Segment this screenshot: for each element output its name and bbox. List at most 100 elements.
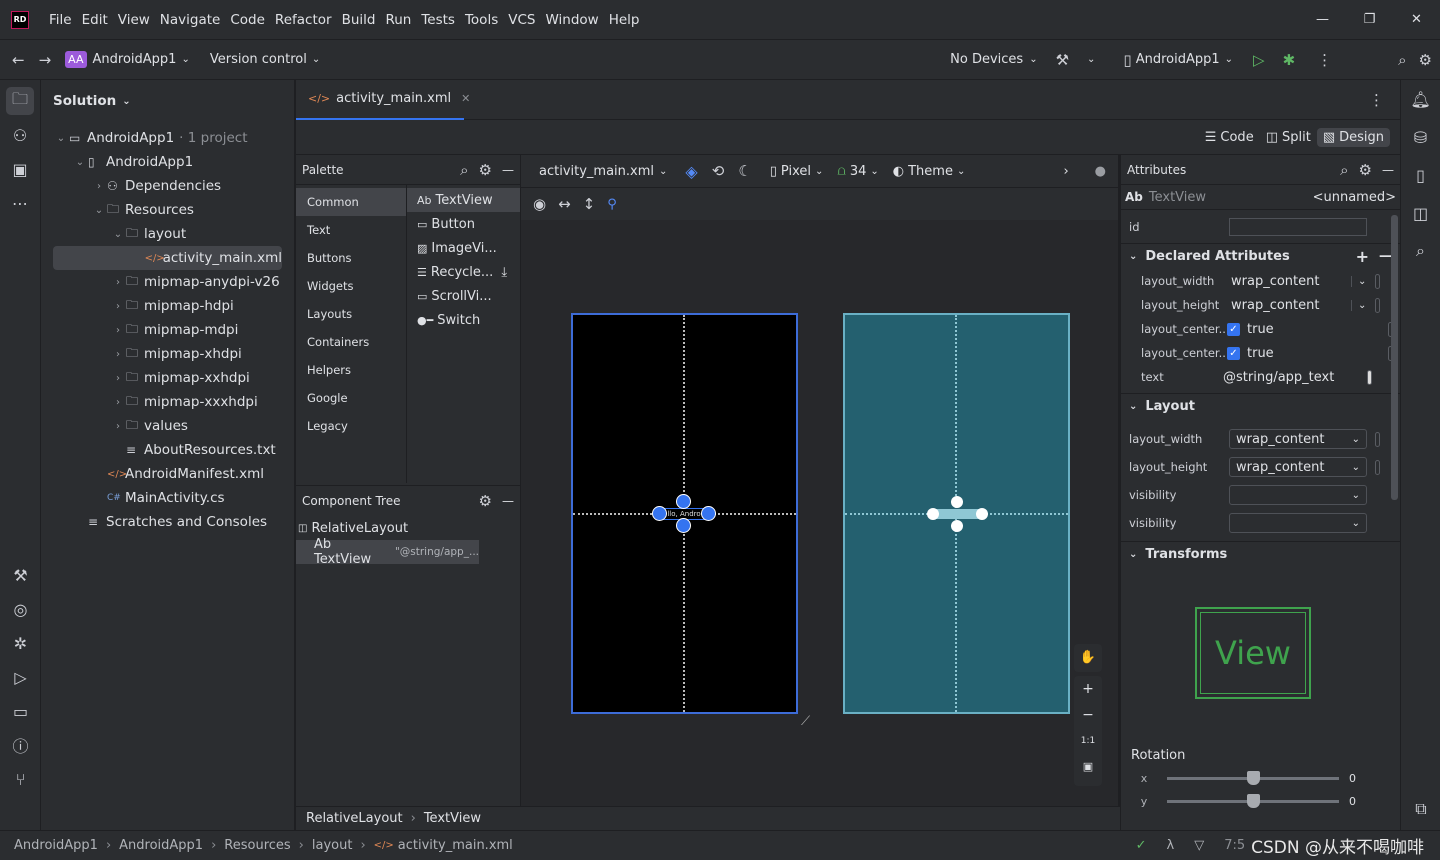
handle-top[interactable] <box>951 496 963 508</box>
search-icon[interactable]: ⌕ <box>1340 161 1348 179</box>
orientation-icon[interactable]: ⟲ <box>712 162 725 180</box>
palette-category-text[interactable]: Text <box>296 216 406 244</box>
attributes-scrollbar[interactable] <box>1391 215 1398 500</box>
constraint-handle-top[interactable] <box>676 494 691 509</box>
mode-code-button[interactable]: ☰ Code <box>1199 128 1260 147</box>
checkbox[interactable]: ✓ <box>1227 322 1240 336</box>
handle-left[interactable] <box>927 508 939 520</box>
tree-item[interactable]: </> AndroidManifest.xml <box>53 462 282 486</box>
resource-picker[interactable] <box>1375 273 1380 289</box>
chevron-right-icon[interactable]: › <box>110 325 126 336</box>
design-surface-icon[interactable]: ◈ <box>685 162 697 181</box>
menu-refactor[interactable]: Refactor <box>275 12 332 28</box>
file-selector[interactable]: activity_main.xml ⌄ <box>539 164 667 179</box>
tree-item[interactable]: › 🗀︎ mipmap-xxxhdpi <box>53 390 282 414</box>
palette-category-common[interactable]: Common <box>296 188 406 216</box>
palette-item[interactable]: ▭ ScrollVi... <box>407 284 520 308</box>
chevron-down-icon[interactable]: ⌄ <box>1351 275 1375 287</box>
constraint-handle-bottom[interactable] <box>676 518 691 533</box>
lambda-icon[interactable]: λ <box>1167 838 1175 853</box>
crumb-relativelayout[interactable]: RelativeLayout <box>306 811 403 826</box>
tree-item[interactable]: › 🗀︎ mipmap-xxhdpi <box>53 366 282 390</box>
build-icon[interactable]: ⚒ <box>7 561 35 589</box>
layout-icon[interactable]: ▣ <box>6 155 34 183</box>
debug-tool-icon[interactable]: ✲ <box>7 629 35 657</box>
inspect-icon[interactable]: ⧉ <box>1401 790 1440 828</box>
resize-handle-icon[interactable]: ⟋ <box>801 714 810 729</box>
add-attribute-icon[interactable]: + <box>1356 247 1369 266</box>
attribute-value[interactable]: true <box>1247 322 1347 337</box>
attribute-value[interactable]: wrap_content <box>1231 274 1351 289</box>
zoom-out-button[interactable]: − <box>1074 702 1102 728</box>
gear-icon[interactable]: ⚙ <box>479 492 492 510</box>
palette-item[interactable]: ☰ Recycle... ⤓ <box>407 260 520 284</box>
attribute-value[interactable]: @string/app_text <box>1223 370 1343 385</box>
slider-thumb[interactable] <box>1247 794 1260 808</box>
tree-node-textview[interactable]: Ab TextView "@string/app_... <box>296 537 479 567</box>
resource-picker[interactable] <box>1375 459 1380 475</box>
palette-category-helpers[interactable]: Helpers <box>296 356 406 384</box>
tree-item[interactable]: › 🗀︎ mipmap-hdpi <box>53 294 282 318</box>
tree-item[interactable]: ⌄ 🗀︎ Resources <box>53 198 282 222</box>
tree-item[interactable]: › 🗀︎ mipmap-anydpi-v26 <box>53 270 282 294</box>
database-icon[interactable]: ⛁ <box>1401 118 1440 156</box>
zoom-actual-button[interactable]: 1:1 <box>1074 728 1102 754</box>
tree-item[interactable]: ⌄ ▭ AndroidApp1 · 1 project <box>53 126 282 150</box>
rotation-slider-y[interactable]: y0 <box>1121 790 1391 813</box>
theme-selector[interactable]: ◐ Theme ⌄ <box>893 164 966 179</box>
attribute-combo[interactable]: wrap_content ⌄ <box>1229 457 1367 477</box>
settings-gear-icon[interactable]: ⚙ <box>1419 51 1432 69</box>
attribute-combo[interactable]: wrap_content ⌄ <box>1229 429 1367 449</box>
project-folder-icon[interactable]: 🗀 <box>6 87 34 115</box>
status-crumb[interactable]: AndroidApp1 <box>119 838 203 853</box>
chevron-down-icon[interactable]: ⌄ <box>72 157 88 168</box>
constraint-handle-left[interactable] <box>652 506 667 521</box>
status-crumb[interactable]: layout <box>312 838 353 853</box>
rotation-slider-x[interactable]: x0 <box>1121 767 1391 790</box>
palette-item[interactable]: ▨ ImageVi... <box>407 236 520 260</box>
device-selector[interactable]: No Devices ⌄ <box>950 52 1037 67</box>
crumb-textview[interactable]: TextView <box>424 811 481 826</box>
chevron-right-icon[interactable]: › <box>110 277 126 288</box>
layout-section[interactable]: ⌄ Layout <box>1121 393 1400 419</box>
chevron-right-icon[interactable]: › <box>110 373 126 384</box>
menu-run[interactable]: Run <box>385 12 411 28</box>
night-mode-icon[interactable]: ☾ <box>738 162 751 180</box>
forward-icon[interactable]: → <box>39 51 52 69</box>
blueprint-screen[interactable]: llo, Andro <box>571 313 798 714</box>
attribute-value[interactable]: wrap_content <box>1231 298 1351 313</box>
menu-file[interactable]: File <box>49 12 72 28</box>
menu-build[interactable]: Build <box>342 12 376 28</box>
resource-picker[interactable] <box>1367 369 1372 385</box>
design-canvas[interactable]: llo, Andro ⟋ ✋ + − 1:1 ▣ <box>521 220 1118 806</box>
version-control-menu[interactable]: Version control ⌄ <box>210 52 320 67</box>
checkbox[interactable]: ✓ <box>1227 346 1240 360</box>
project-selector[interactable]: AA AndroidApp1 ⌄ <box>65 51 190 68</box>
palette-item[interactable]: ▭ Button <box>407 212 520 236</box>
minimize-button[interactable]: — <box>1299 12 1346 27</box>
palette-category-containers[interactable]: Containers <box>296 328 406 356</box>
tree-item[interactable]: › 🗀︎ mipmap-xhdpi <box>53 342 282 366</box>
palette-item[interactable]: Ab TextView <box>407 188 520 212</box>
chevron-right-icon[interactable]: › <box>110 301 126 312</box>
more-dropdown-icon[interactable]: ⌄ <box>1087 54 1095 65</box>
tree-item[interactable]: ⌄ ▯ AndroidApp1 <box>53 150 282 174</box>
mode-design-button[interactable]: ▧ Design <box>1316 127 1390 147</box>
eye-icon[interactable]: ◉ <box>533 195 546 213</box>
chevron-down-icon[interactable]: ⌄ <box>91 205 107 216</box>
handle-right[interactable] <box>976 508 988 520</box>
tab-options-icon[interactable]: ⋮ <box>1369 91 1384 109</box>
menu-view[interactable]: View <box>118 12 150 28</box>
transforms-section[interactable]: ⌄ Transforms <box>1121 541 1400 567</box>
status-crumb[interactable]: activity_main.xml <box>398 838 513 853</box>
id-input[interactable] <box>1229 217 1367 236</box>
running-devices-icon[interactable]: ◫ <box>1401 194 1440 232</box>
zoom-in-button[interactable]: + <box>1074 676 1102 702</box>
chevron-right-icon[interactable]: › <box>1063 164 1068 179</box>
magnet-icon[interactable]: ⚲ <box>607 197 617 212</box>
chevron-right-icon[interactable]: › <box>110 349 126 360</box>
filter-icon[interactable]: ▽ <box>1194 838 1204 853</box>
status-crumb[interactable]: AndroidApp1 <box>14 838 98 853</box>
run-icon[interactable]: ▷ <box>1253 51 1265 69</box>
menu-edit[interactable]: Edit <box>82 12 108 28</box>
